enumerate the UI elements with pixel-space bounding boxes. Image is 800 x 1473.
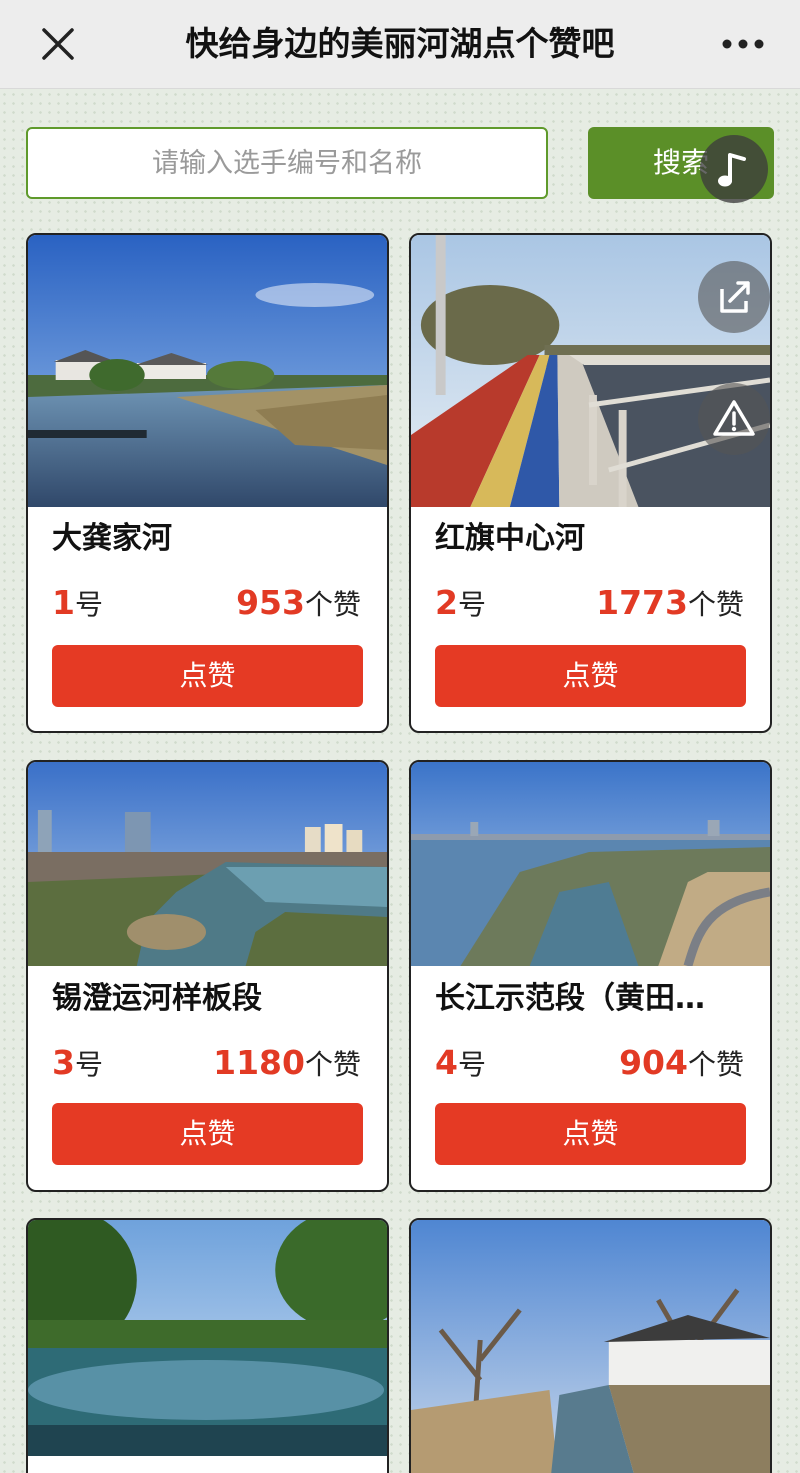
card-name: 大龚家河 [52,521,172,556]
like-button[interactable]: 点赞 [52,1103,363,1165]
like-button[interactable]: 点赞 [435,645,746,707]
river-photo[interactable] [411,762,770,966]
card-like-value: 1773 [596,583,688,622]
contestant-card: 长江示范段（黄田… 4号 904个赞 点赞 [409,760,772,1192]
card-like-suffix: 个赞 [687,1048,744,1081]
river-photo[interactable] [28,235,387,507]
river-photo[interactable] [28,762,387,966]
card-number: 4号 [435,1041,486,1085]
card-number-suffix: 号 [457,588,486,621]
contestant-card [26,1218,389,1473]
contestant-grid: 大龚家河 1号 953个赞 点赞 红旗中心河 2号 1773个赞 点赞 锡澄运河… [0,0,800,1473]
card-number-value: 4 [435,1043,458,1082]
card-name: 锡澄运河样板段 [52,981,262,1016]
card-number: 3号 [52,1041,103,1085]
contestant-card [409,1218,772,1473]
card-like-count: 953个赞 [236,581,361,625]
contestant-card: 锡澄运河样板段 3号 1180个赞 点赞 [26,760,389,1192]
like-button[interactable]: 点赞 [435,1103,746,1165]
card-like-count: 1180个赞 [213,1041,361,1085]
river-photo[interactable] [411,1220,770,1473]
contestant-card: 大龚家河 1号 953个赞 点赞 [26,233,389,733]
card-like-suffix: 个赞 [304,1048,361,1081]
card-like-suffix: 个赞 [687,588,744,621]
card-name: 长江示范段（黄田… [435,981,705,1016]
card-number-value: 1 [52,583,75,622]
card-number-value: 3 [52,1043,75,1082]
card-number-value: 2 [435,583,458,622]
warning-icon[interactable] [698,383,770,455]
card-number: 2号 [435,581,486,625]
card-number-suffix: 号 [74,588,103,621]
card-number: 1号 [52,581,103,625]
like-button[interactable]: 点赞 [52,645,363,707]
card-like-value: 1180 [213,1043,305,1082]
card-like-count: 1773个赞 [596,581,744,625]
share-icon[interactable] [698,261,770,333]
music-note-icon[interactable] [700,135,768,203]
card-like-suffix: 个赞 [304,588,361,621]
card-like-count: 904个赞 [619,1041,744,1085]
card-like-value: 904 [619,1043,688,1082]
card-number-suffix: 号 [74,1048,103,1081]
card-like-value: 953 [236,583,305,622]
card-name: 红旗中心河 [435,521,585,556]
river-photo[interactable] [28,1220,387,1456]
card-number-suffix: 号 [457,1048,486,1081]
